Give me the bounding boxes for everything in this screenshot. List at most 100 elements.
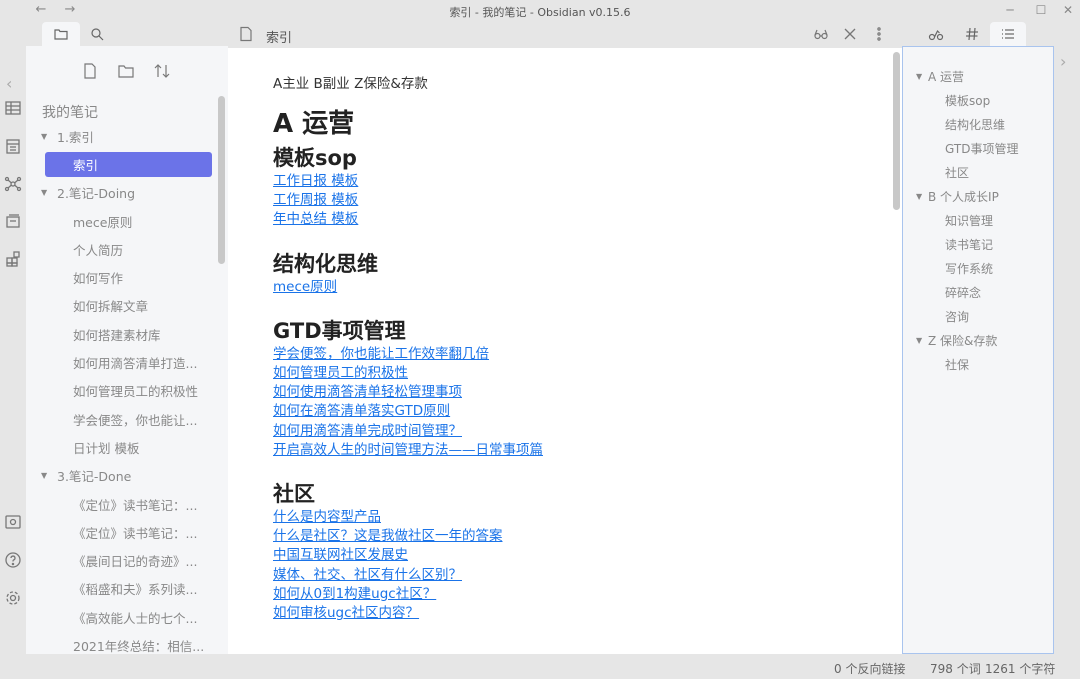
help-icon[interactable] [3,550,23,570]
table-icon[interactable] [3,98,23,118]
outline-item[interactable]: 碎碎念 [903,280,1053,304]
left-sidebar-tabs [26,22,228,46]
outline-item[interactable]: 社区 [903,160,1053,184]
internal-link[interactable]: 什么是内容型产品 [273,508,853,527]
outline-item[interactable]: 写作系统 [903,256,1053,280]
file-item[interactable]: 《定位》读书笔记：... [26,490,218,518]
more-options-icon[interactable] [871,26,889,44]
folder-item[interactable]: ▼ 2.笔记-Doing [26,179,218,207]
vault-switch-icon[interactable] [3,512,23,532]
folder-collapse-icon[interactable]: ▼ [41,471,47,480]
tab-outline[interactable] [990,22,1026,46]
tree-item-label: 2021年终总结：相信... [73,638,205,654]
file-item[interactable]: 2021年终总结：相信... [26,631,218,654]
sort-icon[interactable] [151,60,173,82]
file-item[interactable]: 如何用滴答清单打造... [26,348,218,376]
outline-item[interactable]: 社保 [903,352,1053,376]
reading-view-icon[interactable] [813,26,831,44]
left-ribbon: ‹ [0,22,26,654]
file-item[interactable]: 《定位》读书笔记：... [26,518,218,546]
file-item[interactable]: 日计划 模板 [26,433,218,461]
note-content: A主业 B副业 Z保险&存款 A 运营 模板sop 工作日报 模板 工作周报 模板年… [273,72,853,623]
outline-item-label: B 个人成长IP [928,189,999,204]
tree-item-label: 如何搭建素材库 [73,327,161,343]
folder-collapse-icon[interactable]: ▼ [41,132,47,141]
outline-item[interactable]: 结构化思维 [903,112,1053,136]
graph-view-icon[interactable] [3,174,23,194]
tab-tags[interactable] [954,22,990,46]
folder-collapse-icon[interactable]: ▼ [41,188,47,197]
internal-link[interactable]: 如何用滴答清单完成时间管理？ [273,422,853,441]
close-window-button[interactable]: ✕ [1058,3,1078,17]
new-note-icon[interactable] [79,60,101,82]
tree-item-label: 《稻盛和夫》系列读... [73,582,198,598]
outline-item[interactable]: ▼ A 运营 [903,64,1053,88]
outline-item[interactable]: 知识管理 [903,208,1053,232]
slides-icon[interactable] [3,211,23,231]
outline-item[interactable]: 咨询 [903,304,1053,328]
file-item[interactable]: 《稻盛和夫》系列读... [26,575,218,603]
close-tab-icon[interactable] [842,26,860,44]
outline-item[interactable]: ▼ Z 保险&存款 [903,328,1053,352]
calendar-icon[interactable] [3,136,23,156]
internal-link[interactable]: 如何使用滴答清单轻松管理事项 [273,383,853,402]
file-item[interactable]: 索引 [26,150,218,178]
internal-link[interactable]: 什么是社区？这是我做社区一年的答案 [273,527,853,546]
folder-item[interactable]: ▼ 1.索引 [26,122,218,150]
internal-link[interactable]: mece原则 [273,278,853,297]
tab-search[interactable] [78,22,116,46]
internal-link[interactable]: 如何在滴答清单落实GTD原则 [273,402,853,421]
tree-item-label: 如何用滴答清单打造... [73,356,198,372]
outline-item-label: A 运营 [928,69,965,84]
tree-item-label: 2.笔记-Doing [57,186,136,202]
file-item[interactable]: 如何搭建素材库 [26,320,218,348]
file-item[interactable]: 《高效能人士的七个... [26,603,218,631]
tab-title[interactable]: 索引 [266,27,292,46]
internal-link[interactable]: 开启高效人生的时间管理方法——日常事项篇 [273,441,853,460]
outline-collapse-icon[interactable]: ▼ [916,336,922,345]
expand-right-chevron-icon[interactable]: › [1060,52,1066,71]
file-item[interactable]: 如何拆解文章 [26,292,218,320]
file-item[interactable]: mece原则 [26,207,218,235]
backlinks-icon [928,29,944,41]
plugins-icon[interactable] [3,249,23,269]
file-item[interactable]: 《晨间日记的奇迹》... [26,546,218,574]
file-item[interactable]: 如何管理员工的积极性 [26,377,218,405]
sidebar-scrollbar[interactable] [218,96,225,264]
outline-collapse-icon[interactable]: ▼ [916,72,922,81]
settings-gear-icon[interactable] [3,588,23,608]
internal-link[interactable]: 年中总结 模板 [273,210,853,229]
maximize-button[interactable]: ☐ [1031,3,1051,17]
outline-collapse-icon[interactable]: ▼ [916,192,922,201]
internal-link[interactable]: 工作周报 模板 [273,191,853,210]
file-item[interactable]: 学会便签，你也能让... [26,405,218,433]
internal-link[interactable]: 工作日报 模板 [273,172,853,191]
title-bar: ← → 索引 - 我的笔记 - Obsidian v0.15.6 ─ ☐ ✕ [0,0,1080,22]
internal-link[interactable]: 如何从0到1构建ugc社区？ [273,585,853,604]
tree-item-label: 《定位》读书笔记：... [73,525,198,541]
minimize-button[interactable]: ─ [1000,3,1020,17]
tab-file-explorer[interactable] [42,22,80,46]
outline-item[interactable]: GTD事项管理 [903,136,1053,160]
internal-link[interactable]: 媒体、社交、社区有什么区别？ [273,566,853,585]
vault-name: 我的笔记 [42,105,98,121]
file-item[interactable]: 个人简历 [26,235,218,263]
outline-item[interactable]: ▼ B 个人成长IP [903,184,1053,208]
internal-link[interactable]: 学会便签，你也能让工作效率翻几倍 [273,345,853,364]
internal-link[interactable]: 如何审核ugc社区内容？ [273,604,853,623]
new-folder-icon[interactable] [115,60,137,82]
editor-scrollbar[interactable] [893,52,900,210]
tree-item-label: 日计划 模板 [73,440,140,456]
folder-item[interactable]: ▼ 3.笔记-Done [26,462,218,490]
outline-item[interactable]: 读书笔记 [903,232,1053,256]
outline-item[interactable]: 模板sop [903,88,1053,112]
internal-link[interactable]: 如何管理员工的积极性 [273,364,853,383]
list-icon [1002,29,1014,39]
internal-link[interactable]: 中国互联网社区发展史 [273,546,853,565]
tab-backlinks[interactable] [918,22,954,46]
backlink-count[interactable]: 0 个反向链接 [834,660,905,677]
editor-tab-header: 索引 [228,22,902,48]
file-item[interactable]: 如何写作 [26,263,218,291]
collapse-left-chevron-icon[interactable]: ‹ [6,74,12,93]
outline-panel: ▼ A 运营模板sop 结构化思维 GTD事项管理 社区 ▼ B 个人成长IP 知识管理 读书笔… [902,46,1054,654]
